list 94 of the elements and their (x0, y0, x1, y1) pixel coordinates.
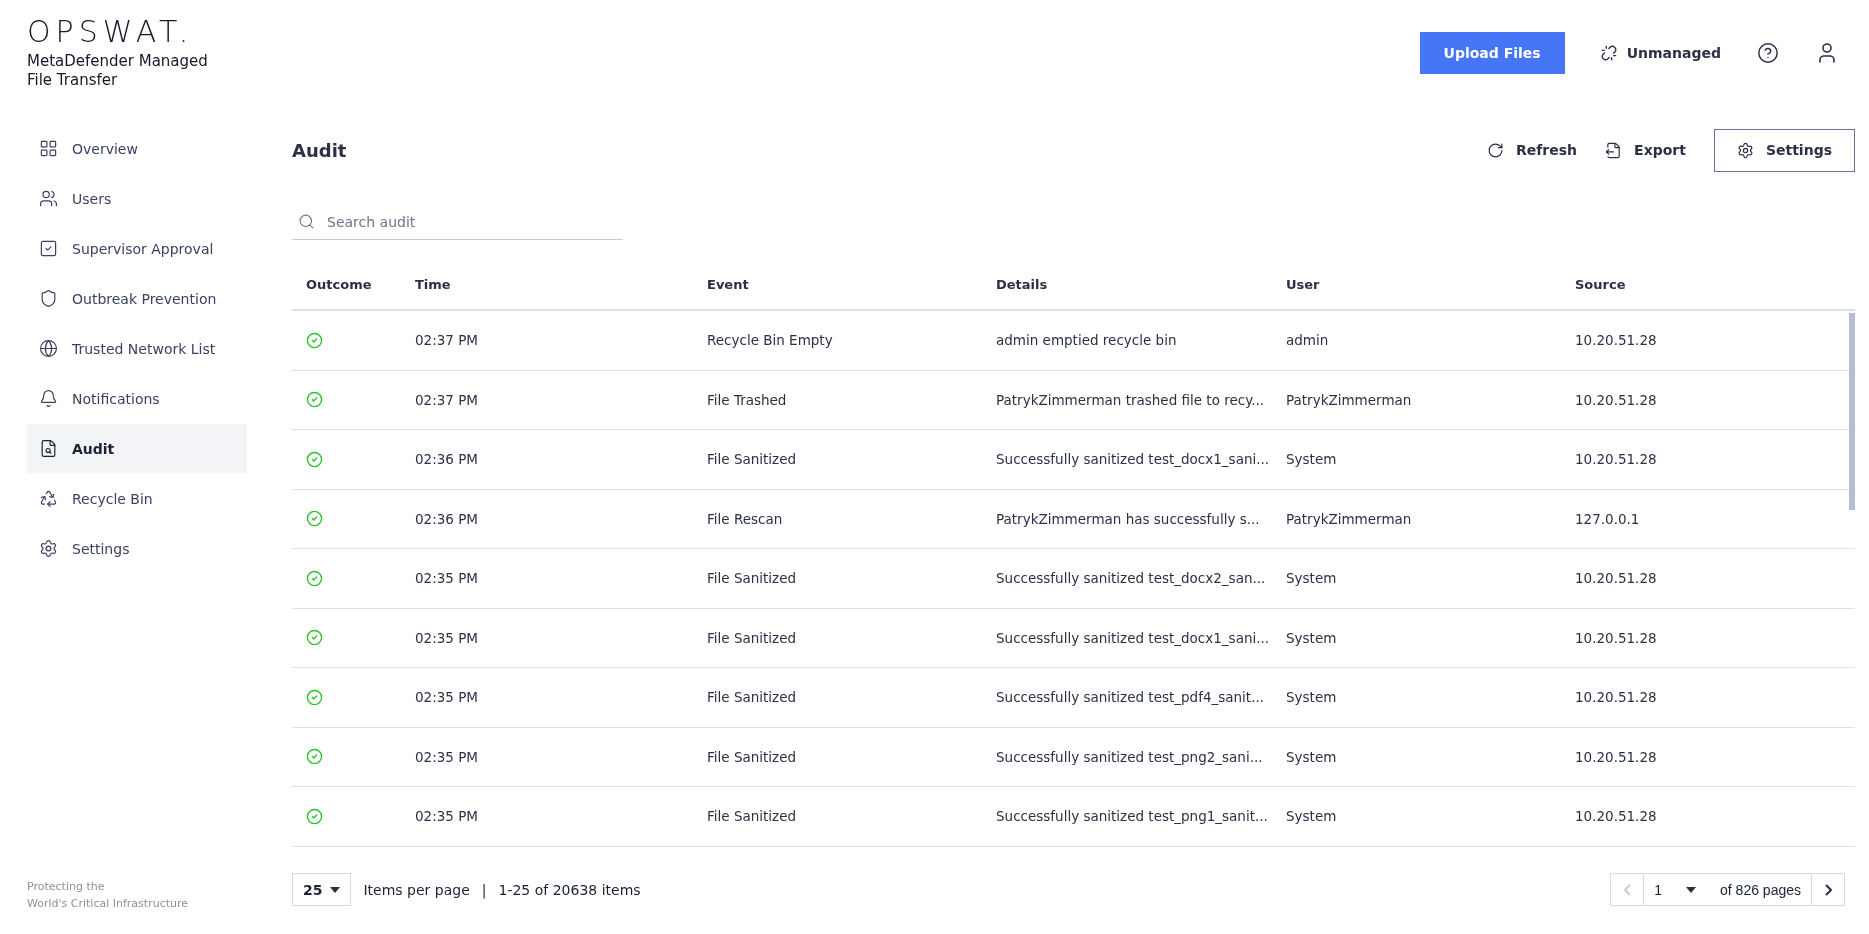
settings-button[interactable]: Settings (1713, 128, 1855, 172)
table-cell-text: System (1285, 748, 1338, 765)
sidebar-item[interactable]: Notifications (27, 374, 247, 423)
table-cell-text: File Rescan (706, 510, 784, 527)
sidebar-item[interactable]: Settings (27, 524, 247, 573)
table-cell-text: 02:35 PM (414, 748, 479, 765)
search-icon (298, 213, 315, 230)
table-cell-text: Successfully sanitized test_png1_sanit... (995, 808, 1269, 825)
table-cell-text: 10.20.51.28 (1574, 748, 1658, 765)
table-cell-text: admin emptied recycle bin (995, 332, 1178, 349)
table-cell-text: 02:35 PM (414, 570, 479, 587)
page-size-dropdown[interactable]: 25 (292, 873, 352, 906)
separator: | (481, 881, 487, 898)
broken-link-icon (1600, 45, 1617, 61)
caret-icon (330, 886, 341, 893)
tagline: Protecting the World's Critical Infrastructure (27, 879, 189, 912)
table-cell-text: 02:36 PM (414, 510, 479, 527)
table-cell-text: System (1285, 570, 1338, 587)
unmanaged-link[interactable]: Unmanaged (1600, 45, 1721, 61)
bell-icon (39, 389, 58, 408)
table-cell-text: System (1285, 451, 1338, 468)
document-search-icon (39, 439, 58, 458)
recycle-icon (39, 489, 58, 508)
sidebar-item[interactable]: Overview (27, 124, 247, 173)
table-cell-text: 10.20.51.28 (1574, 808, 1658, 825)
column-header[interactable]: User (1272, 277, 1561, 292)
table-cell-text: File Trashed (706, 391, 788, 408)
table-cell-text: 02:36 PM (414, 451, 479, 468)
chevron-left-icon (1623, 883, 1631, 896)
table-cell-text: 02:37 PM (414, 332, 479, 349)
logo: OPSWAT. (27, 16, 195, 48)
product-name: MetaDefender Managed File Transfer (27, 52, 209, 90)
table-cell-text: PatrykZimmerman trashed file to recy... (995, 391, 1266, 408)
table-cell-text: Successfully sanitized test_docx1_sani... (995, 629, 1271, 646)
page-dropdown[interactable]: 1 of 826 pages (1643, 874, 1812, 905)
item-range: 1-25 of 20638 items (498, 881, 641, 898)
table-cell-text: File Sanitized (706, 808, 798, 825)
table-cell-text: File Sanitized (706, 451, 798, 468)
column-header[interactable]: Details (982, 277, 1272, 292)
table-cell-text: Successfully sanitized test_docx2_san... (995, 570, 1267, 587)
table-cell-text: 10.20.51.28 (1574, 689, 1658, 706)
table-cell-text: Successfully sanitized test_pdf4_sanit... (995, 689, 1266, 706)
refresh-icon (1487, 141, 1504, 159)
sidebar-item[interactable]: Audit (27, 424, 247, 473)
column-header[interactable]: Time (401, 277, 693, 292)
users-icon (39, 189, 58, 208)
search-field[interactable]: Search audit (292, 204, 623, 240)
column-header[interactable]: Source (1561, 277, 1855, 292)
table-cell-text: PatrykZimmerman (1285, 510, 1413, 527)
table-cell-text: File Sanitized (706, 689, 798, 706)
table-cell-text: Recycle Bin Empty (706, 332, 834, 349)
sidebar-item[interactable]: Trusted Network List (27, 324, 247, 373)
table-cell-text: File Sanitized (706, 629, 798, 646)
table-cell-text: System (1285, 808, 1338, 825)
scrollbar[interactable] (1849, 313, 1855, 510)
table-cell-text: PatrykZimmerman has successfully s... (995, 510, 1261, 527)
table-cell-text: System (1285, 689, 1338, 706)
sidebar-item[interactable]: Outbreak Prevention (27, 274, 247, 323)
table-cell-text: 10.20.51.28 (1574, 451, 1658, 468)
table-cell-text: 02:35 PM (414, 808, 479, 825)
grid-icon (39, 139, 58, 158)
table-cell-text: 02:35 PM (414, 629, 479, 646)
table-cell-text: File Sanitized (706, 570, 798, 587)
checkbox-icon (39, 239, 58, 258)
export-icon (1605, 141, 1623, 159)
globe-icon (39, 339, 58, 358)
table-cell-text: System (1285, 629, 1338, 646)
help-icon[interactable] (1757, 42, 1779, 64)
table-cell-text: 10.20.51.28 (1574, 570, 1658, 587)
chevron-right-icon (1824, 883, 1832, 896)
column-header[interactable]: Event (693, 277, 982, 292)
sidebar-item[interactable]: Recycle Bin (27, 474, 247, 523)
table-cell-text: Successfully sanitized test_docx1_sani... (995, 451, 1271, 468)
table-cell-text: PatrykZimmerman (1285, 391, 1413, 408)
caret-icon (1686, 886, 1697, 893)
table-cell-text: 127.0.0.1 (1574, 510, 1641, 527)
table-cell-text: Successfully sanitized test_png2_sani... (995, 748, 1264, 765)
sidebar-item[interactable]: Users (27, 174, 247, 223)
table-cell-text: 10.20.51.28 (1574, 629, 1658, 646)
page-title: Audit (292, 139, 347, 161)
sidebar-item[interactable]: Supervisor Approval (27, 224, 247, 273)
settings-icon (39, 539, 58, 558)
table-cell-text: 10.20.51.28 (1574, 332, 1658, 349)
search-input[interactable]: Search audit (325, 206, 617, 237)
table-cell-text: 10.20.51.28 (1574, 391, 1658, 408)
table-cell-text: 02:35 PM (414, 689, 479, 706)
items-per-page-label: Items per page (363, 881, 470, 898)
table-cell-text: admin (1285, 332, 1330, 349)
shield-icon (39, 289, 58, 308)
settings-icon (1736, 141, 1754, 159)
upload-files-button[interactable]: Upload Files (1419, 32, 1565, 74)
column-header[interactable]: Outcome (292, 277, 401, 292)
table-cell-text: File Sanitized (706, 748, 798, 765)
table-cell-text: 02:37 PM (414, 391, 479, 408)
